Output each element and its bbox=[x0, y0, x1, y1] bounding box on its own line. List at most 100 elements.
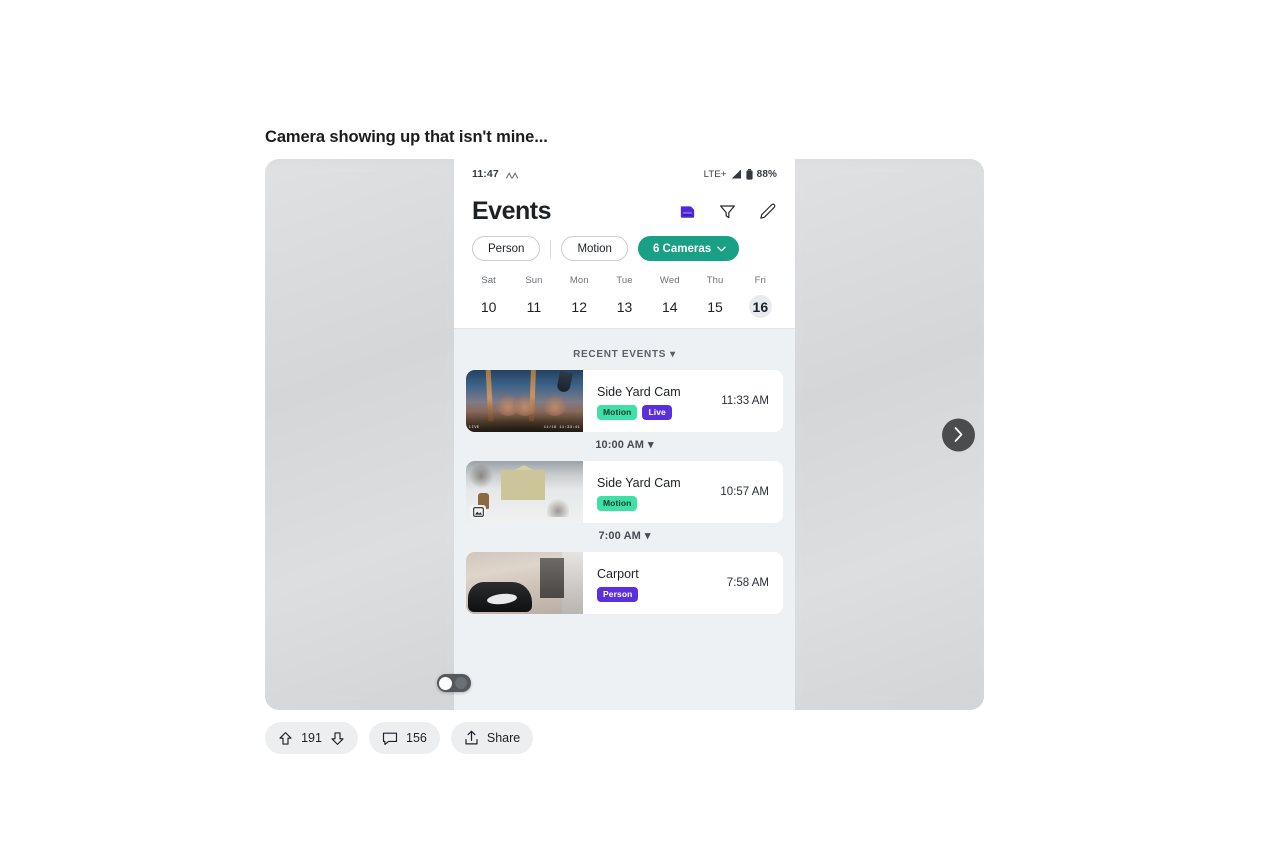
camera-name: Carport bbox=[597, 566, 639, 581]
date-strip: Sat 10 Sun 11 Mon 12 Tue 13 Wed 14 Thu 1… bbox=[454, 261, 795, 328]
filter-funnel-icon[interactable] bbox=[718, 202, 737, 221]
post-title: Camera showing up that isn't mine... bbox=[265, 128, 548, 146]
event-info: Side Yard Cam Motion bbox=[583, 461, 714, 523]
image-type-icon bbox=[470, 505, 486, 519]
next-image-button[interactable] bbox=[942, 418, 975, 451]
chevron-right-icon bbox=[954, 427, 963, 442]
storage-card-icon[interactable] bbox=[678, 202, 697, 221]
caret-down-icon: ▾ bbox=[670, 349, 676, 360]
date-col-14[interactable]: Wed 14 bbox=[647, 275, 692, 318]
event-thumbnail[interactable]: LIVE 11/16 11:33:41 bbox=[466, 370, 583, 432]
status-network: LTE+ bbox=[703, 168, 727, 180]
status-bar: 11:47 LTE+ 88% bbox=[454, 159, 795, 189]
section-label: RECENT EVENTS bbox=[573, 349, 667, 360]
date-col-15[interactable]: Thu 15 bbox=[692, 275, 737, 318]
comment-bubble-icon bbox=[382, 732, 398, 745]
caret-down-icon: ▾ bbox=[644, 530, 651, 542]
app-header: Events bbox=[454, 189, 795, 236]
section-header-7am[interactable]: 7:00 AM ▾ bbox=[454, 523, 795, 552]
date-col-13[interactable]: Tue 13 bbox=[602, 275, 647, 318]
event-card[interactable]: Carport Person 7:58 AM bbox=[466, 552, 783, 614]
event-card[interactable]: Side Yard Cam Motion 10:57 AM bbox=[466, 461, 783, 523]
event-badges: Motion bbox=[597, 495, 714, 511]
badge-motion: Motion bbox=[597, 495, 638, 511]
date-dow: Sun bbox=[525, 275, 543, 286]
share-pill[interactable]: Share bbox=[450, 722, 534, 754]
events-list: RECENT EVENTS ▾ LIVE 11/16 11:33:41 Side… bbox=[454, 329, 795, 614]
vote-score: 191 bbox=[301, 731, 322, 745]
event-time: 10:57 AM bbox=[720, 486, 769, 498]
edit-pencil-icon[interactable] bbox=[758, 202, 777, 221]
status-time: 11:47 bbox=[472, 168, 499, 180]
page-title: Events bbox=[472, 197, 551, 225]
event-badges: Person bbox=[597, 586, 721, 602]
event-card[interactable]: LIVE 11/16 11:33:41 Side Yard Cam Motion… bbox=[466, 370, 783, 432]
date-num: 12 bbox=[571, 298, 587, 315]
date-dow: Sat bbox=[481, 275, 496, 286]
battery-percent: 88% bbox=[756, 168, 777, 180]
header-icon-group bbox=[678, 202, 777, 221]
upvote-arrow-icon[interactable] bbox=[278, 731, 293, 746]
downvote-arrow-icon[interactable] bbox=[330, 731, 345, 746]
event-info: Side Yard Cam Motion Live bbox=[583, 370, 715, 432]
toggle-knob-secondary bbox=[455, 677, 467, 689]
filter-chip-person[interactable]: Person bbox=[472, 236, 541, 261]
signal-up-icon bbox=[505, 170, 519, 179]
date-col-16[interactable]: Fri 16 bbox=[738, 275, 783, 318]
event-time: 11:33 AM bbox=[721, 395, 769, 407]
filter-chip-motion[interactable]: Motion bbox=[561, 236, 628, 261]
thumbnail-timestamp-right: 11/16 11:33:41 bbox=[543, 426, 580, 430]
date-num: 10 bbox=[480, 298, 497, 315]
date-dow: Tue bbox=[616, 275, 633, 286]
comment-count: 156 bbox=[406, 731, 427, 745]
date-col-11[interactable]: Sun 11 bbox=[511, 275, 556, 318]
date-col-10[interactable]: Sat 10 bbox=[466, 275, 511, 318]
badge-person: Person bbox=[597, 586, 639, 602]
date-dow: Thu bbox=[706, 275, 724, 286]
camera-name: Side Yard Cam bbox=[597, 384, 681, 399]
date-num: 13 bbox=[616, 298, 633, 315]
event-thumbnail[interactable] bbox=[466, 552, 583, 614]
caret-down-icon: ▾ bbox=[648, 439, 654, 451]
blurred-backdrop-left bbox=[265, 159, 460, 710]
section-label: 7:00 AM bbox=[598, 530, 641, 542]
section-header-10am[interactable]: 10:00 AM ▾ bbox=[454, 432, 795, 461]
date-dow: Mon bbox=[569, 275, 589, 286]
camera-name: Side Yard Cam bbox=[597, 475, 681, 490]
filter-chip-row: Person Motion 6 Cameras bbox=[454, 236, 795, 261]
badge-motion: Motion bbox=[597, 404, 638, 420]
date-col-12[interactable]: Mon 12 bbox=[557, 275, 602, 318]
badge-live: Live bbox=[642, 404, 672, 420]
camera-selector-chip[interactable]: 6 Cameras bbox=[637, 236, 740, 261]
chip-divider bbox=[550, 239, 552, 258]
event-thumbnail[interactable] bbox=[466, 461, 583, 523]
section-label: 10:00 AM bbox=[595, 439, 645, 451]
thumbnail-image-carport bbox=[466, 552, 583, 614]
cell-signal-icon bbox=[731, 169, 741, 179]
date-dow: Wed bbox=[659, 275, 680, 286]
phone-top-section: 11:47 LTE+ 88% Events Person Motion 6 Ca… bbox=[454, 159, 795, 329]
post-container: Camera showing up that isn't mine... 11:… bbox=[265, 128, 985, 710]
date-num: 14 bbox=[661, 298, 678, 315]
date-dow: Fri bbox=[754, 275, 767, 286]
date-num: 16 bbox=[748, 295, 772, 318]
event-info: Carport Person bbox=[583, 552, 721, 614]
battery-icon bbox=[746, 168, 753, 180]
section-header-recent-events[interactable]: RECENT EVENTS ▾ bbox=[454, 343, 795, 370]
event-time: 7:58 AM bbox=[726, 577, 769, 589]
event-badges: Motion Live bbox=[597, 404, 715, 420]
toggle-knob bbox=[439, 676, 452, 690]
post-media-frame: 11:47 LTE+ 88% Events Person Motion 6 Ca… bbox=[265, 159, 984, 710]
chevron-down-icon bbox=[717, 246, 726, 251]
camera-selector-label: 6 Cameras bbox=[652, 242, 712, 255]
share-label: Share bbox=[486, 731, 521, 745]
toggle-overlay-indicator[interactable] bbox=[437, 674, 471, 692]
share-icon bbox=[465, 730, 478, 745]
date-num: 15 bbox=[707, 298, 723, 315]
thumbnail-timestamp-left: LIVE bbox=[469, 426, 480, 430]
comments-pill[interactable]: 156 bbox=[369, 722, 440, 754]
thumbnail-image-sideyard-dusk bbox=[466, 370, 583, 432]
vote-pill[interactable]: 191 bbox=[265, 722, 358, 754]
post-action-bar: 191 156 Share bbox=[265, 722, 534, 754]
status-right-cluster: LTE+ 88% bbox=[703, 168, 777, 180]
